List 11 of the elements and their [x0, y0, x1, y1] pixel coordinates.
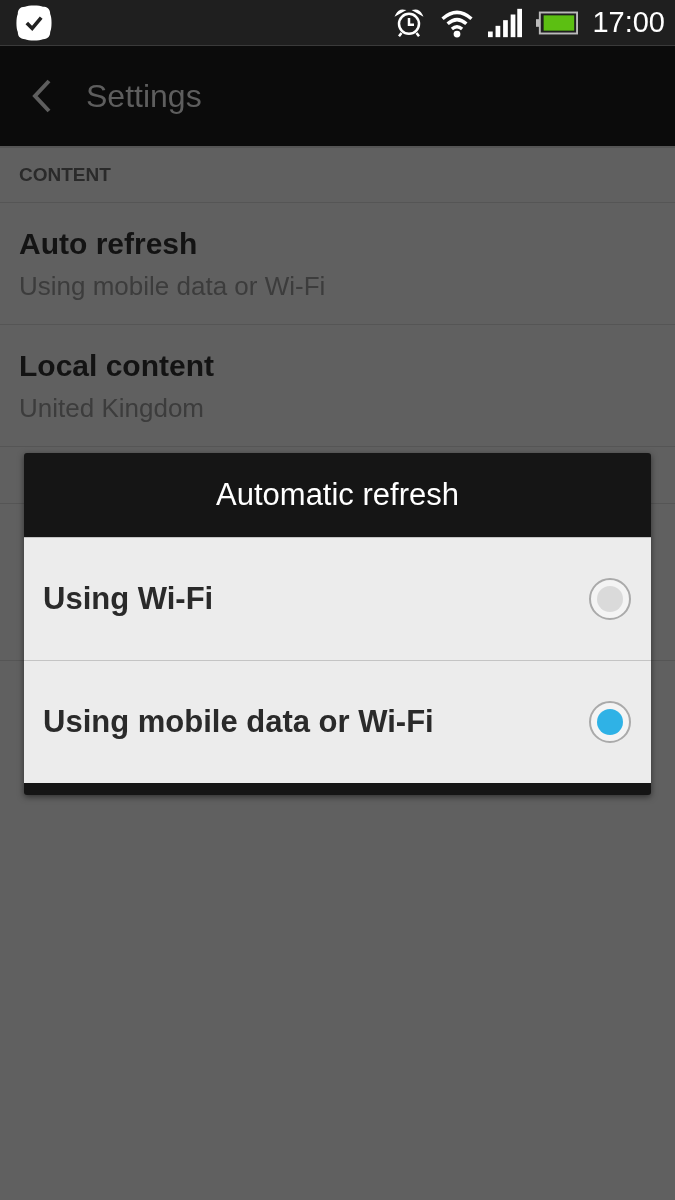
screen-title: Settings: [86, 77, 202, 115]
radio-button[interactable]: [589, 701, 631, 743]
radio-button[interactable]: [589, 578, 631, 620]
signal-icon: [488, 7, 523, 38]
dialog-title: Automatic refresh: [215, 476, 460, 514]
clock-time: 17:00: [592, 6, 665, 39]
radio-option[interactable]: Using Wi-Fi: [24, 537, 651, 660]
check-icon: [16, 4, 52, 41]
radio-option[interactable]: Using mobile data or Wi-Fi: [24, 660, 651, 783]
battery-icon: [536, 10, 579, 35]
back-icon[interactable]: [32, 79, 52, 113]
